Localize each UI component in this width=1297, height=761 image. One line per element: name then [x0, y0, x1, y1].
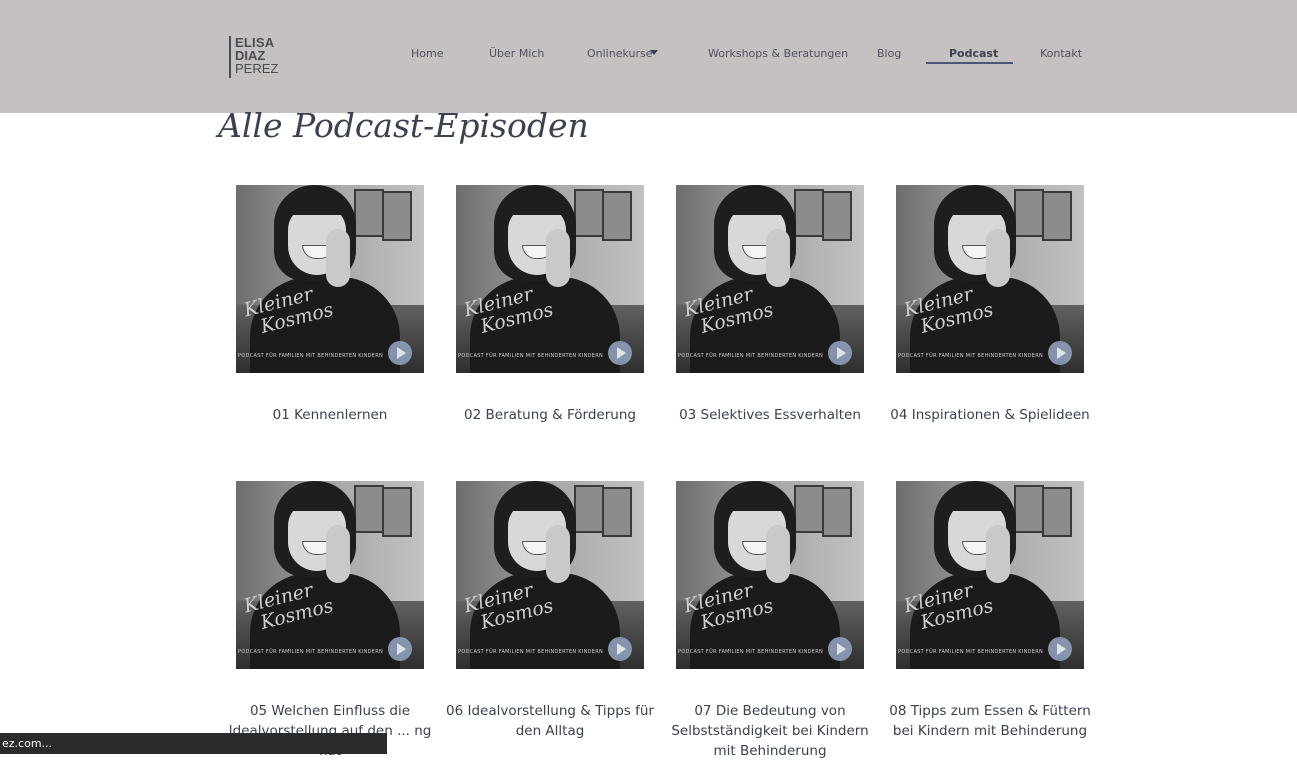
play-icon[interactable]	[828, 637, 852, 661]
episode-thumbnail[interactable]: Kleiner Kosmos PODCAST FÜR FAMILIEN MIT …	[676, 185, 864, 373]
nav-active-indicator	[926, 62, 1013, 64]
thumbnail-tagline: PODCAST FÜR FAMILIEN MIT BEHINDERTEN KIN…	[458, 649, 604, 655]
logo-line-3: PEREZ	[235, 61, 279, 76]
play-icon[interactable]	[388, 637, 412, 661]
browser-status-bar: ez.com...	[0, 733, 387, 754]
thumbnail-tagline: PODCAST FÜR FAMILIEN MIT BEHINDERTEN KIN…	[678, 353, 824, 359]
episode-thumbnail[interactable]: Kleiner Kosmos PODCAST FÜR FAMILIEN MIT …	[456, 481, 644, 669]
chevron-down-icon[interactable]	[650, 50, 658, 55]
page-title: Alle Podcast-Episoden	[218, 106, 589, 145]
play-icon[interactable]	[608, 637, 632, 661]
thumbnail-tagline: PODCAST FÜR FAMILIEN MIT BEHINDERTEN KIN…	[678, 649, 824, 655]
nav-onlinekurse[interactable]: Onlinekurse	[587, 47, 653, 60]
nav-blog[interactable]: Blog	[877, 47, 901, 60]
episode-thumbnail[interactable]: Kleiner Kosmos PODCAST FÜR FAMILIEN MIT …	[676, 481, 864, 669]
episode-title[interactable]: 04 Inspirationen & Spielideen	[886, 405, 1094, 425]
episode-thumbnail[interactable]: Kleiner Kosmos PODCAST FÜR FAMILIEN MIT …	[236, 481, 424, 669]
episode-thumbnail[interactable]: Kleiner Kosmos PODCAST FÜR FAMILIEN MIT …	[896, 185, 1084, 373]
thumbnail-tagline: PODCAST FÜR FAMILIEN MIT BEHINDERTEN KIN…	[238, 353, 384, 359]
thumbnail-tagline: PODCAST FÜR FAMILIEN MIT BEHINDERTEN KIN…	[898, 353, 1044, 359]
episode-thumbnail[interactable]: Kleiner Kosmos PODCAST FÜR FAMILIEN MIT …	[896, 481, 1084, 669]
episode-thumbnail[interactable]: Kleiner Kosmos PODCAST FÜR FAMILIEN MIT …	[456, 185, 644, 373]
play-icon[interactable]	[608, 341, 632, 365]
brand-logo[interactable]: ELISA DIAZ PEREZ	[229, 36, 281, 78]
episode-title[interactable]: 08 Tipps zum Essen & Füttern bei Kindern…	[886, 701, 1094, 741]
play-icon[interactable]	[1048, 341, 1072, 365]
episode-title[interactable]: 01 Kennenlernen	[226, 405, 434, 425]
play-icon[interactable]	[388, 341, 412, 365]
episode-title[interactable]: 06 Idealvorstellung & Tipps für den Allt…	[446, 701, 654, 741]
episode-title[interactable]: 07 Die Bedeutung von Selbstständigkeit b…	[666, 701, 874, 761]
nav-podcast[interactable]: Podcast	[949, 47, 998, 60]
episode-title[interactable]: 03 Selektives Essverhalten	[666, 405, 874, 425]
episode-title[interactable]: 02 Beratung & Förderung	[446, 405, 654, 425]
nav-kontakt[interactable]: Kontakt	[1040, 47, 1082, 60]
nav-workshops[interactable]: Workshops & Beratungen	[708, 47, 848, 60]
thumbnail-tagline: PODCAST FÜR FAMILIEN MIT BEHINDERTEN KIN…	[238, 649, 384, 655]
nav-ueber-mich[interactable]: Über Mich	[489, 47, 544, 60]
play-icon[interactable]	[828, 341, 852, 365]
thumbnail-tagline: PODCAST FÜR FAMILIEN MIT BEHINDERTEN KIN…	[898, 649, 1044, 655]
episode-thumbnail[interactable]: Kleiner Kosmos PODCAST FÜR FAMILIEN MIT …	[236, 185, 424, 373]
thumbnail-tagline: PODCAST FÜR FAMILIEN MIT BEHINDERTEN KIN…	[458, 353, 604, 359]
nav-home[interactable]: Home	[411, 47, 443, 60]
site-header: ELISA DIAZ PEREZ Home Über Mich Onlineku…	[0, 0, 1297, 113]
play-icon[interactable]	[1048, 637, 1072, 661]
